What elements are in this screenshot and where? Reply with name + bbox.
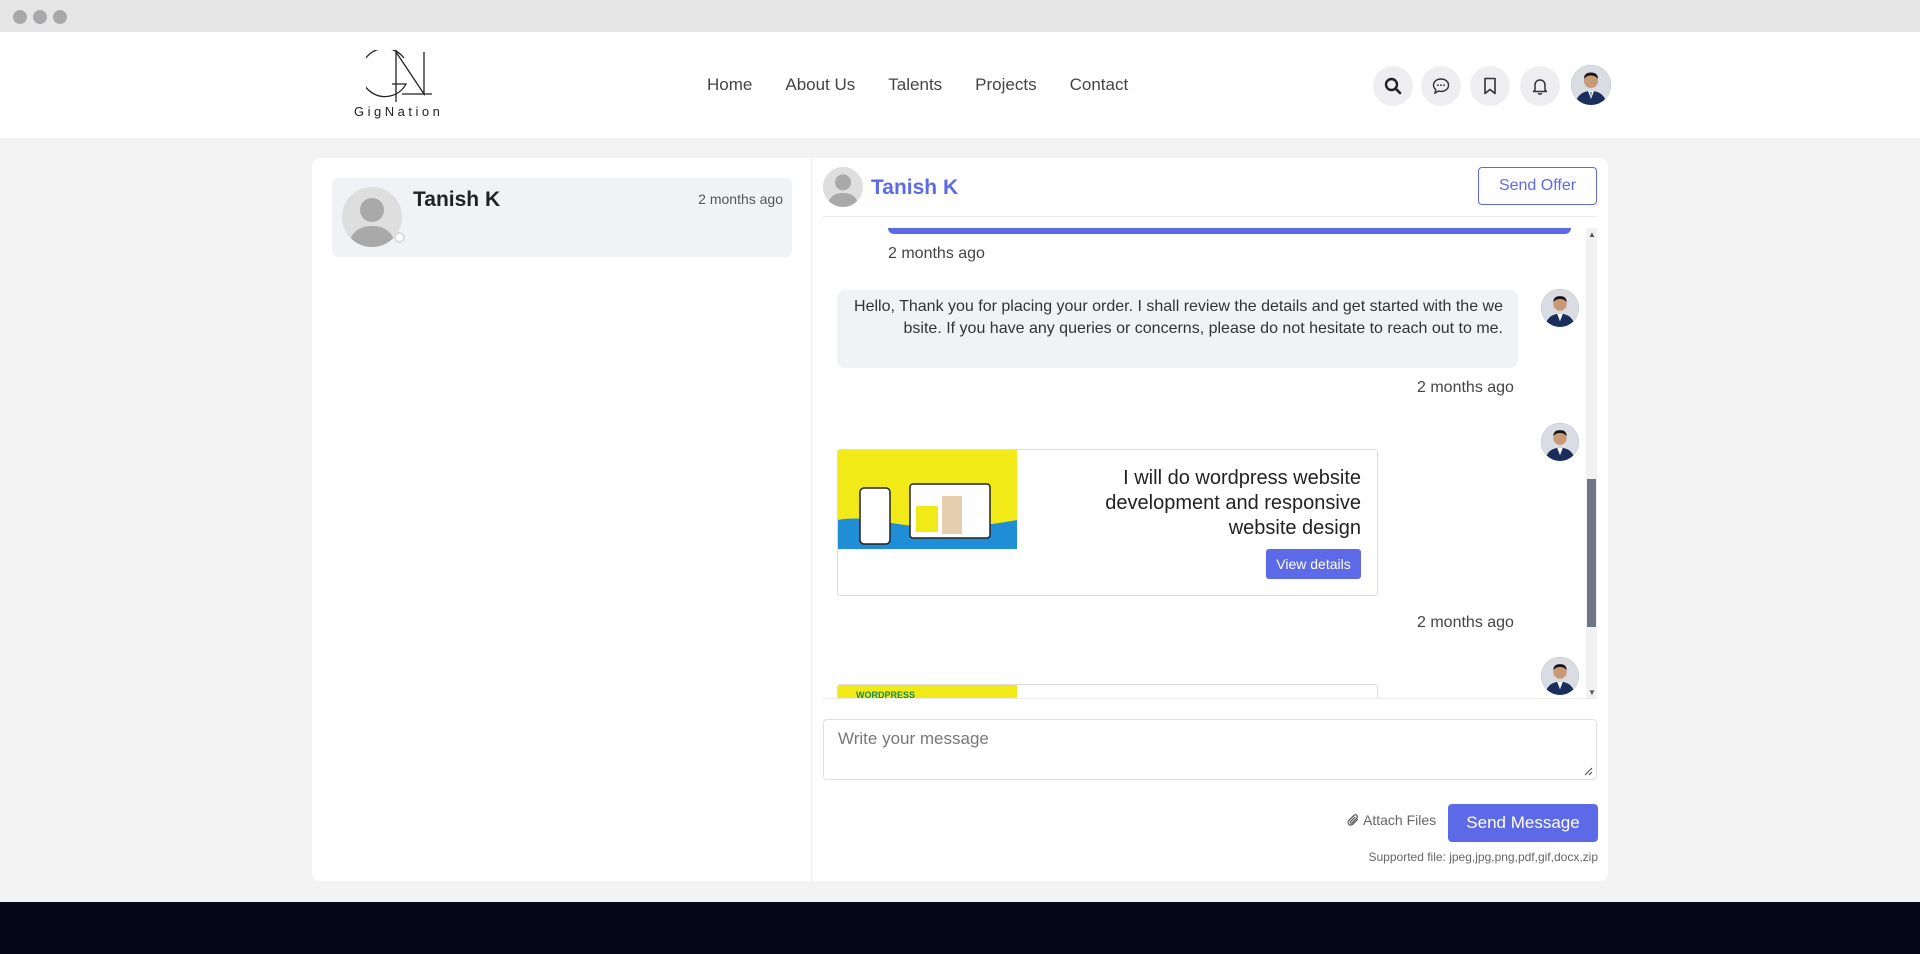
send-message-button[interactable]: Send Message <box>1448 804 1598 842</box>
chat-contact-avatar <box>823 167 863 207</box>
messages-panel: Tanish K 2 months ago Tanish K Send Offe… <box>312 158 1608 881</box>
contact-name: Tanish K <box>413 188 501 211</box>
search-icon <box>1384 77 1402 95</box>
resize-grip-icon[interactable] <box>1583 766 1593 776</box>
nav-home[interactable]: Home <box>707 75 752 95</box>
search-button[interactable] <box>1373 66 1413 106</box>
gig-thumbnail <box>838 450 1017 549</box>
gig-thumbnail-image: WORDPRESS <box>838 685 1017 699</box>
message-input[interactable]: Write your message <box>823 719 1597 780</box>
message-input-placeholder: Write your message <box>838 729 989 748</box>
nav-talents[interactable]: Talents <box>888 75 942 95</box>
default-avatar-icon <box>823 167 863 207</box>
gig-offer-card: I will do wordpress website development … <box>837 449 1378 596</box>
scroll-up-arrow-icon[interactable]: ▲ <box>1588 231 1596 239</box>
send-offer-button[interactable]: Send Offer <box>1478 167 1597 205</box>
sender-photo <box>1541 289 1579 327</box>
window-maximize-dot[interactable] <box>53 10 67 24</box>
window-close-dot[interactable] <box>13 10 27 24</box>
window-chrome <box>0 0 1920 32</box>
brand-wordmark: GigNation <box>354 104 444 119</box>
chat-icon <box>1432 78 1450 95</box>
sender-photo <box>1541 657 1579 695</box>
logo-mark-icon <box>366 50 432 102</box>
saved-button[interactable] <box>1470 66 1510 106</box>
site-header: GigNation Home About Us Talents Projects… <box>0 32 1920 138</box>
conversation-item[interactable]: Tanish K 2 months ago <box>332 178 792 257</box>
message-scrollbar[interactable]: ▲ ▼ <box>1586 228 1597 698</box>
site-footer <box>0 902 1920 954</box>
main-nav: Home About Us Talents Projects Contact <box>707 75 1128 95</box>
brand-logo[interactable]: GigNation <box>350 50 450 122</box>
attach-files-button[interactable]: Attach Files <box>1347 812 1436 828</box>
message-time: 2 months ago <box>1417 614 1514 631</box>
paperclip-icon <box>1347 814 1359 826</box>
message-time: 2 months ago <box>1417 379 1514 396</box>
sender-avatar <box>1541 657 1579 695</box>
message-bubble: Hello, Thank you for placing your order.… <box>837 290 1518 368</box>
online-status-dot <box>394 232 405 243</box>
chat-window: Tanish K Send Offer 2 months ago Hello, … <box>812 158 1608 881</box>
bell-icon <box>1532 79 1548 95</box>
window-minimize-dot[interactable] <box>33 10 47 24</box>
messages-button[interactable] <box>1421 66 1461 106</box>
notifications-button[interactable] <box>1520 66 1560 106</box>
gig-offer-card: WORDPRESS <box>837 684 1378 699</box>
chat-contact-name[interactable]: Tanish K <box>871 176 958 200</box>
message-thread[interactable]: 2 months ago Hello, Thank you for placin… <box>823 228 1597 699</box>
scrollbar-thumb[interactable] <box>1587 479 1596 627</box>
supported-files-note: Supported file: jpeg,jpg,png,pdf,gif,doc… <box>1368 850 1599 864</box>
nav-about-us[interactable]: About Us <box>785 75 855 95</box>
sender-avatar <box>1541 423 1579 461</box>
previous-message-edge <box>888 228 1571 234</box>
conversation-list: Tanish K 2 months ago <box>312 158 812 881</box>
user-avatar[interactable] <box>1571 65 1611 105</box>
gig-title: I will do wordpress website development … <box>1105 467 1361 539</box>
scroll-down-arrow-icon[interactable]: ▼ <box>1588 689 1596 697</box>
user-photo <box>1571 65 1611 105</box>
sender-photo <box>1541 423 1579 461</box>
view-details-button[interactable]: View details <box>1266 549 1361 579</box>
contact-avatar <box>342 187 402 247</box>
attach-files-label: Attach Files <box>1363 812 1437 828</box>
default-avatar-icon <box>342 187 402 247</box>
chat-header: Tanish K Send Offer <box>823 167 1597 217</box>
gig-thumbnail-image <box>838 450 1017 549</box>
gig-thumbnail-text: WORDPRESS <box>856 690 915 699</box>
gig-thumbnail: WORDPRESS <box>838 685 1017 699</box>
conversation-time: 2 months ago <box>698 191 783 207</box>
bookmark-icon <box>1484 77 1496 95</box>
sender-avatar <box>1541 289 1579 327</box>
message-time: 2 months ago <box>888 245 985 262</box>
nav-projects[interactable]: Projects <box>975 75 1036 95</box>
nav-contact[interactable]: Contact <box>1070 75 1129 95</box>
